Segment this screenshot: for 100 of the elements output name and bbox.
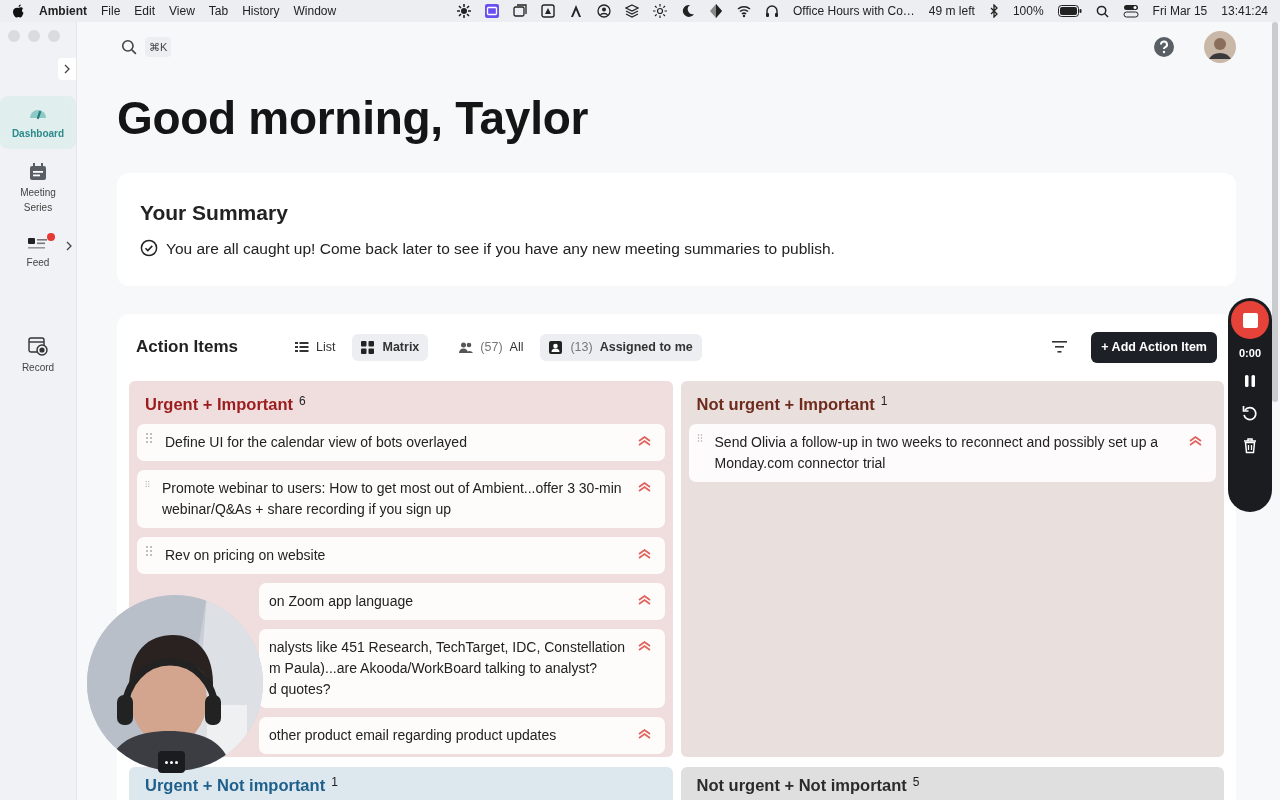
event-name[interactable]: Office Hours with Co… bbox=[793, 2, 915, 20]
card-title: Your Summary bbox=[140, 200, 289, 226]
item-text: Define UI for the calendar view of bots overlayed bbox=[164, 433, 468, 453]
battery-percent: 100% bbox=[1012, 3, 1044, 20]
timer: 0:00 bbox=[1239, 346, 1261, 361]
windows-icon[interactable] bbox=[513, 4, 528, 18]
item-text-line: m Paula)...are Akooda/WorkBoard talking to analyst? bbox=[269, 659, 599, 679]
priority-icon bbox=[1189, 436, 1202, 447]
help-icon bbox=[1154, 37, 1174, 57]
drag-handle-icon bbox=[696, 432, 703, 445]
quadrant-title: Urgent + Not important bbox=[145, 774, 326, 796]
action-item[interactable]: Promote webinar to users: How to get most out of Ambient...offer 3 30-min webinar/Q&As + share recording if you sign up bbox=[137, 470, 665, 529]
restart-icon[interactable] bbox=[1241, 403, 1259, 422]
layers-icon[interactable] bbox=[625, 4, 640, 18]
menu-item[interactable]: View bbox=[169, 2, 195, 20]
headphones-icon[interactable] bbox=[765, 4, 780, 18]
action-item[interactable]: Define UI for the calendar view of bots overlayed bbox=[137, 424, 665, 462]
sidebar-item[interactable]: Feed bbox=[0, 229, 76, 278]
help-button[interactable] bbox=[1154, 37, 1174, 57]
menu-item[interactable]: File bbox=[101, 2, 121, 20]
menu-item[interactable]: Window bbox=[293, 2, 337, 20]
check-circle-icon bbox=[140, 239, 158, 258]
search-icon[interactable] bbox=[1095, 4, 1109, 18]
view-tab[interactable]: List bbox=[286, 333, 345, 361]
drag-handle-icon bbox=[145, 545, 153, 558]
item-text-line: d quotes? bbox=[269, 680, 332, 700]
item-text: on Zoom app language bbox=[268, 592, 414, 612]
shortcut-hint: ⌘K bbox=[145, 36, 172, 58]
moon-icon[interactable] bbox=[681, 4, 696, 18]
item-text: Rev on pricing on website bbox=[164, 546, 327, 566]
sun-icon[interactable] bbox=[653, 4, 668, 18]
calendar-icon bbox=[29, 163, 47, 181]
event-time: 49 m left bbox=[928, 3, 975, 20]
menu-item[interactable]: Edit bbox=[134, 2, 156, 20]
action-item[interactable]: Rev on pricing on website bbox=[137, 537, 665, 575]
quadrant-title: Urgent + Important bbox=[145, 393, 294, 415]
bluetooth-icon[interactable] bbox=[988, 4, 999, 18]
action-item[interactable]: other product email regarding product updates bbox=[259, 717, 665, 755]
people-icon bbox=[459, 340, 474, 354]
trash-icon[interactable] bbox=[1243, 437, 1257, 454]
menu-time: 13:41:24 bbox=[1221, 3, 1268, 20]
item-text-line: nalysts like 451 Research, TechTarget, IDC, Constellation bbox=[269, 638, 627, 658]
add-action-item-button[interactable]: + Add Action Item bbox=[1091, 331, 1217, 363]
menu-item[interactable]: History bbox=[242, 2, 280, 20]
sidebar-item[interactable]: Meeting Series bbox=[0, 155, 76, 223]
app-menu[interactable]: Ambient bbox=[39, 2, 87, 20]
priority-icon bbox=[637, 595, 651, 606]
notification-dot bbox=[47, 233, 55, 241]
view-tab[interactable]: Matrix bbox=[352, 333, 429, 361]
user-badge-icon bbox=[549, 340, 564, 354]
quadrant-title: Not urgent + Important bbox=[696, 393, 875, 415]
item-text: other product email regarding product updates bbox=[268, 726, 558, 746]
chevron-right-icon bbox=[64, 64, 70, 74]
quadrant-count: 1 bbox=[331, 773, 338, 791]
quadrant-count: 1 bbox=[880, 392, 888, 410]
menu-item[interactable]: Tab bbox=[208, 2, 229, 20]
summary-message: You are all caught up! Come back later to see if you have any new meeting summaries to publish. bbox=[166, 238, 835, 259]
filter-tab[interactable]: (57) All bbox=[450, 333, 533, 361]
user-circle-icon[interactable] bbox=[597, 4, 612, 18]
quadrant-title: Not urgent + Not important bbox=[696, 774, 907, 796]
record-icon bbox=[28, 336, 48, 356]
priority-icon bbox=[637, 641, 651, 652]
wifi-icon[interactable] bbox=[737, 4, 752, 18]
priority-icon bbox=[637, 729, 651, 740]
priority-icon bbox=[637, 482, 651, 493]
priority-icon bbox=[637, 436, 651, 447]
drag-handle-icon bbox=[145, 432, 153, 445]
action-item[interactable]: on Zoom app language bbox=[259, 583, 665, 621]
search-button[interactable]: ⌘K bbox=[117, 36, 176, 58]
filter-icon bbox=[1052, 341, 1068, 354]
search-icon bbox=[121, 39, 137, 55]
chevron-right-icon bbox=[66, 241, 72, 251]
quadrant-count: 5 bbox=[912, 773, 920, 791]
feed-icon bbox=[28, 237, 48, 251]
priority-icon bbox=[637, 549, 651, 560]
filter-tab[interactable]: (13) Assigned to me bbox=[540, 333, 702, 361]
list-icon bbox=[295, 340, 310, 354]
screen-icon[interactable] bbox=[485, 4, 500, 18]
toggle-icon[interactable] bbox=[1122, 4, 1139, 18]
page-heading: Good morning, Taylor bbox=[117, 91, 590, 146]
more-icon bbox=[165, 760, 178, 764]
more-button[interactable] bbox=[158, 751, 185, 773]
sidebar-item[interactable]: Record bbox=[0, 328, 76, 383]
grid-icon bbox=[361, 340, 376, 354]
diamond-icon[interactable] bbox=[709, 4, 724, 18]
item-text: Send Olivia a follow-up in two weeks to reconnect and possibly set up a Monday.com connector trial bbox=[713, 433, 1160, 474]
sidebar-item[interactable]: Dashboard bbox=[0, 96, 76, 149]
stop-icon bbox=[1242, 312, 1258, 328]
apple-icon[interactable] bbox=[12, 3, 25, 19]
section-title: Action Items bbox=[136, 336, 239, 359]
battery-icon[interactable] bbox=[1057, 5, 1082, 17]
pause-icon[interactable] bbox=[1244, 373, 1256, 388]
stop-button[interactable] bbox=[1231, 301, 1269, 339]
menu-date[interactable]: Fri Mar 15 bbox=[1152, 2, 1208, 20]
action-item[interactable]: nalysts like 451 Research, TechTarget, IDC, Constellation m Paula)...are Akooda/WorkBoard talking to analyst? d quotes? bbox=[259, 629, 665, 709]
filter-button[interactable] bbox=[1052, 341, 1068, 354]
avatar-icon[interactable] bbox=[1204, 31, 1236, 63]
item-text: Promote webinar to users: How to get most out of Ambient...offer 3 30-min webinar/Q&As + share recording if you sign up bbox=[160, 479, 623, 520]
quadrant-count: 6 bbox=[299, 392, 306, 410]
action-item[interactable]: Send Olivia a follow-up in two weeks to reconnect and possibly set up a Monday.com connector trial bbox=[688, 424, 1216, 483]
